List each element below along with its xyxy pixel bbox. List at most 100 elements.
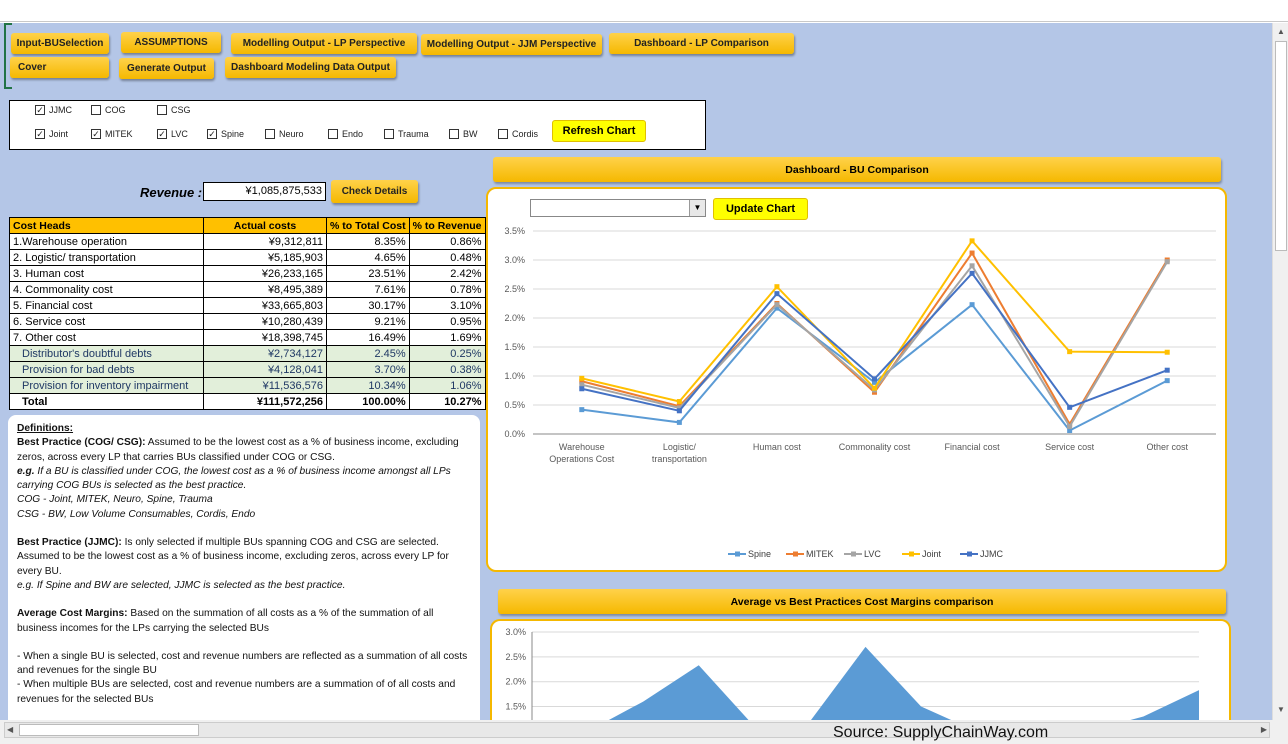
update-chart-button[interactable]: Update Chart bbox=[713, 198, 808, 220]
table-row: Distributor's doubtful debts ¥2,734,127 2.… bbox=[9, 345, 486, 362]
generate-output-button[interactable]: Generate Output bbox=[119, 58, 214, 79]
table-cell[interactable]: 7.61% bbox=[326, 281, 410, 298]
table-cell[interactable]: ¥11,536,576 bbox=[203, 377, 327, 394]
check-details-button[interactable]: Check Details bbox=[331, 180, 418, 203]
checkbox-box[interactable] bbox=[498, 129, 508, 139]
checkbox-trauma[interactable]: Trauma bbox=[384, 129, 429, 139]
checkbox-box[interactable] bbox=[384, 129, 394, 139]
table-cell[interactable]: 0.25% bbox=[408, 345, 486, 362]
checkbox-label: JJMC bbox=[49, 105, 72, 115]
checkbox-neuro[interactable]: Neuro bbox=[265, 129, 304, 139]
scroll-down-icon[interactable]: ▼ bbox=[1277, 705, 1285, 714]
horizontal-scrollbar[interactable]: ◀ ▶ bbox=[4, 722, 1270, 738]
checkbox-box[interactable]: ✓ bbox=[157, 129, 167, 139]
table-cell[interactable]: Distributor's doubtful debts bbox=[9, 345, 204, 362]
checkbox-box[interactable] bbox=[328, 129, 338, 139]
table-cell[interactable]: 30.17% bbox=[326, 297, 410, 314]
checkbox-box[interactable]: ✓ bbox=[207, 129, 217, 139]
checkbox-cordis[interactable]: Cordis bbox=[498, 129, 538, 139]
scroll-right-icon[interactable]: ▶ bbox=[1261, 725, 1267, 734]
nav-assumptions-button[interactable]: ASSUMPTIONS bbox=[121, 32, 221, 53]
checkbox-box[interactable] bbox=[91, 105, 101, 115]
table-cell[interactable]: 2.45% bbox=[326, 345, 410, 362]
table-cell[interactable]: 0.38% bbox=[408, 361, 486, 378]
table-cell[interactable]: ¥26,233,165 bbox=[203, 265, 327, 282]
checkbox-box[interactable] bbox=[265, 129, 275, 139]
table-cell[interactable]: 100.00% bbox=[326, 393, 410, 410]
dropdown-arrow-icon[interactable]: ▼ bbox=[689, 200, 705, 216]
table-cell[interactable]: 23.51% bbox=[326, 265, 410, 282]
checkbox-bw[interactable]: BW bbox=[449, 129, 478, 139]
table-cell[interactable]: ¥9,312,811 bbox=[203, 233, 327, 250]
checkbox-mitek[interactable]: ✓ MITEK bbox=[91, 129, 133, 139]
checkbox-joint[interactable]: ✓ Joint bbox=[35, 129, 68, 139]
scroll-up-icon[interactable]: ▲ bbox=[1277, 27, 1285, 36]
table-cell[interactable]: 10.34% bbox=[326, 377, 410, 394]
table-cell[interactable]: 0.86% bbox=[408, 233, 486, 250]
table-cell[interactable]: 0.48% bbox=[408, 249, 486, 266]
checkbox-spine[interactable]: ✓ Spine bbox=[207, 129, 244, 139]
checkbox-csg[interactable]: CSG bbox=[157, 105, 191, 115]
checkbox-endo[interactable]: Endo bbox=[328, 129, 363, 139]
nav-cover-button[interactable]: Cover bbox=[10, 57, 109, 78]
bu-dropdown[interactable]: ▼ bbox=[530, 199, 706, 217]
legend-marker bbox=[793, 551, 798, 557]
table-cell[interactable]: ¥10,280,439 bbox=[203, 313, 327, 330]
checkbox-box[interactable] bbox=[449, 129, 459, 139]
table-cell[interactable]: 1.Warehouse operation bbox=[9, 233, 204, 250]
table-cell[interactable]: 0.78% bbox=[408, 281, 486, 298]
refresh-chart-button[interactable]: Refresh Chart bbox=[552, 120, 646, 142]
table-cell[interactable]: ¥4,128,041 bbox=[203, 361, 327, 378]
nav-lp-perspective-button[interactable]: Modelling Output - LP Perspective bbox=[231, 33, 417, 54]
table-cell[interactable]: 10.27% bbox=[408, 393, 486, 410]
horizontal-scroll-thumb[interactable] bbox=[19, 724, 199, 736]
checkbox-lvc[interactable]: ✓ LVC bbox=[157, 129, 188, 139]
checkbox-box[interactable]: ✓ bbox=[91, 129, 101, 139]
checkbox-label: Joint bbox=[49, 129, 69, 139]
checkbox-box[interactable]: ✓ bbox=[35, 105, 45, 115]
table-cell[interactable]: 3. Human cost bbox=[9, 265, 204, 282]
table-cell[interactable]: Provision for bad debts bbox=[9, 361, 204, 378]
checkbox-box[interactable]: ✓ bbox=[35, 129, 45, 139]
table-cell[interactable]: ¥5,185,903 bbox=[203, 249, 327, 266]
table-cell[interactable]: 2. Logistic/ transportation bbox=[9, 249, 204, 266]
table-cell[interactable]: 7. Other cost bbox=[9, 329, 204, 346]
table-cell[interactable]: 4. Commonality cost bbox=[9, 281, 204, 298]
table-cell[interactable]: ¥111,572,256 bbox=[203, 393, 327, 410]
table-cell[interactable]: Provision for inventory impairment bbox=[9, 377, 204, 394]
table-cell[interactable]: 16.49% bbox=[326, 329, 410, 346]
scroll-left-icon[interactable]: ◀ bbox=[7, 725, 13, 734]
revenue-value: ¥1,085,875,533 bbox=[203, 182, 326, 201]
table-row: 6. Service cost ¥10,280,439 9.21% 0.95% bbox=[9, 313, 486, 330]
nav-dashboard-modeling-data-button[interactable]: Dashboard Modeling Data Output bbox=[225, 57, 396, 78]
nav-input-buselection-button[interactable]: Input-BUSelection bbox=[11, 33, 109, 54]
table-cell[interactable]: 1.06% bbox=[408, 377, 486, 394]
table-cell[interactable]: Total bbox=[9, 393, 204, 410]
table-cell[interactable]: ¥18,398,745 bbox=[203, 329, 327, 346]
nav-jjm-perspective-button[interactable]: Modelling Output - JJM Perspective bbox=[421, 34, 602, 55]
table-cell[interactable]: 6. Service cost bbox=[9, 313, 204, 330]
checkbox-cog[interactable]: COG bbox=[91, 105, 126, 115]
legend-label: LVC bbox=[864, 549, 881, 559]
series-line-joint bbox=[581, 239, 1168, 403]
table-cell[interactable]: 1.69% bbox=[408, 329, 486, 346]
table-cell[interactable]: ¥2,734,127 bbox=[203, 345, 327, 362]
table-cell[interactable]: 2.42% bbox=[408, 265, 486, 282]
nav-dashboard-lp-comparison-button[interactable]: Dashboard - LP Comparison bbox=[609, 33, 794, 54]
table-cell[interactable]: ¥8,495,389 bbox=[203, 281, 327, 298]
checkbox-box[interactable] bbox=[157, 105, 167, 115]
table-cell[interactable]: 9.21% bbox=[326, 313, 410, 330]
table-cell[interactable]: 3.70% bbox=[326, 361, 410, 378]
table-cell[interactable]: 5. Financial cost bbox=[9, 297, 204, 314]
vertical-scrollbar[interactable]: ▲ ▼ bbox=[1272, 23, 1288, 720]
table-cell[interactable]: 8.35% bbox=[326, 233, 410, 250]
table-cell[interactable]: 0.95% bbox=[408, 313, 486, 330]
checkbox-jjmc[interactable]: ✓ JJMC bbox=[35, 105, 72, 115]
selected-cell[interactable] bbox=[4, 23, 12, 89]
table-row: 1.Warehouse operation ¥9,312,811 8.35% 0.86… bbox=[9, 233, 486, 250]
table-cell[interactable]: 3.10% bbox=[408, 297, 486, 314]
data-point bbox=[872, 385, 877, 391]
vertical-scroll-thumb[interactable] bbox=[1275, 41, 1287, 251]
table-cell[interactable]: ¥33,665,803 bbox=[203, 297, 327, 314]
table-cell[interactable]: 4.65% bbox=[326, 249, 410, 266]
